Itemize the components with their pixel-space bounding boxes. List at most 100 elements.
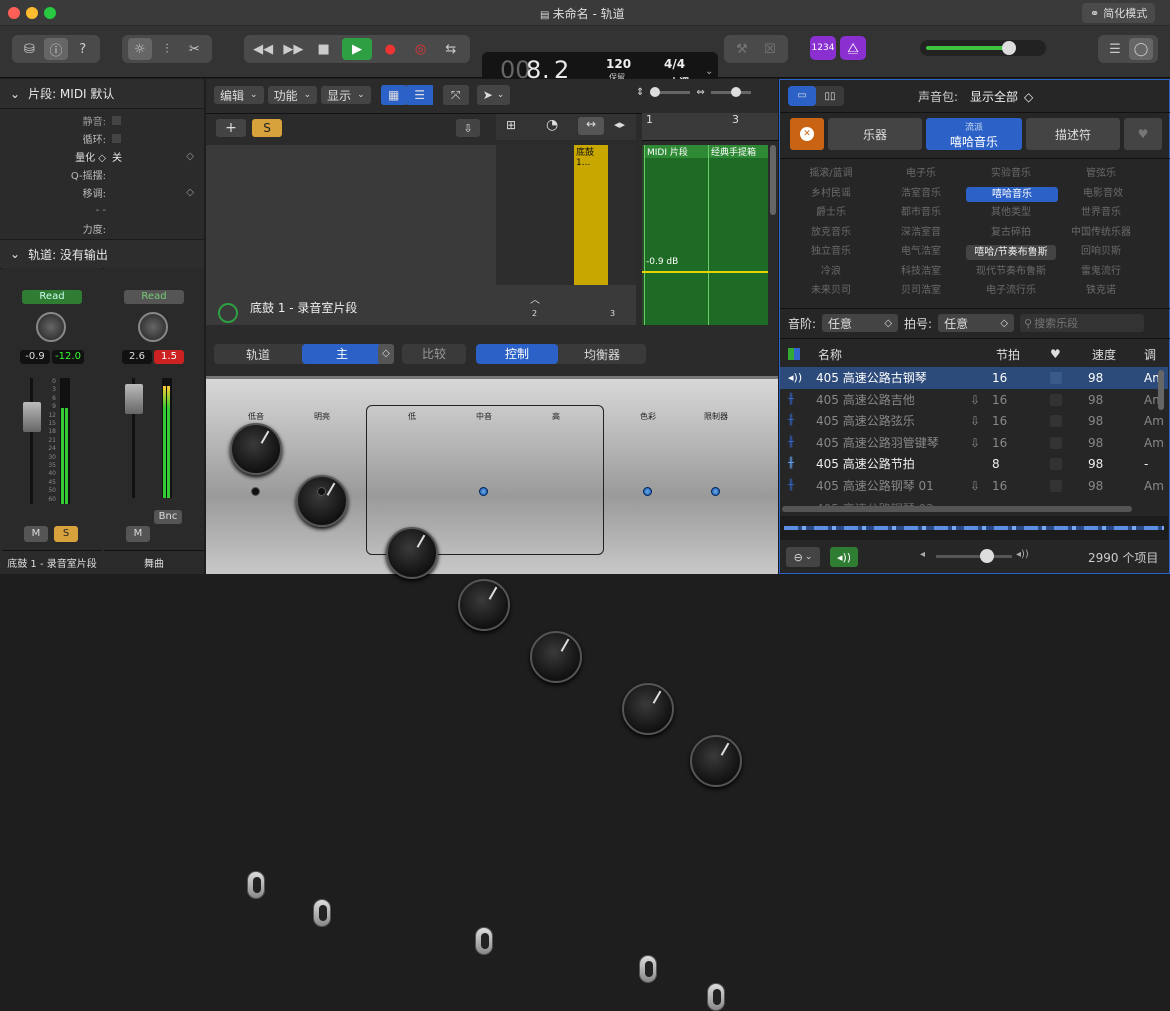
pie-icon[interactable]: ◔ — [546, 117, 558, 133]
column-beats[interactable]: 节拍 — [996, 346, 1020, 363]
region-drum[interactable]: 底鼓 1... — [574, 145, 608, 285]
column-favorite[interactable]: ♥ — [1050, 347, 1061, 361]
midi-region[interactable]: MIDI 片段 — [644, 145, 708, 325]
column-name[interactable]: 名称 — [818, 346, 842, 363]
volume-fader[interactable] — [125, 384, 143, 414]
favorite-checkbox[interactable] — [1050, 414, 1062, 427]
instrument-tab[interactable]: 乐器 — [828, 118, 922, 150]
smart-controls-icon[interactable]: ☼ — [127, 38, 152, 60]
mid-knob[interactable] — [458, 579, 510, 631]
grid-icon[interactable]: ▦ — [380, 85, 407, 105]
table-row[interactable]: ╫ 405 高速公路钢琴 01 ⇩ 16 98 Am — [780, 475, 1168, 497]
download-icon[interactable]: ⇩ — [456, 119, 480, 137]
search-input[interactable]: ⚲ 搜索乐段 — [1020, 314, 1145, 332]
volume-knob[interactable] — [1002, 41, 1016, 55]
favorite-checkbox[interactable] — [1050, 393, 1062, 406]
menu-functions[interactable]: 功能 ⌄ — [267, 86, 318, 104]
table-row[interactable]: ╫ 405 高速公路弦乐 ⇩ 16 98 Am — [780, 410, 1168, 432]
mute-button[interactable]: M — [126, 526, 150, 542]
favorite-checkbox[interactable] — [1050, 479, 1062, 492]
play-button[interactable]: ▶ — [341, 38, 372, 60]
param-quantize[interactable]: 量化 ◇ 关 ◇ — [0, 147, 204, 165]
download-icon[interactable]: ⇩ — [970, 393, 980, 407]
speaker-icon[interactable]: ◂)) — [830, 547, 858, 567]
track-inspector-header[interactable]: ⌄ 轨道: 没有输出 — [0, 239, 204, 269]
ruler[interactable]: 1 3 — [642, 113, 778, 141]
loops-browser-icon[interactable]: ◯ — [1129, 38, 1153, 60]
capture-record-icon[interactable]: ◎ — [409, 38, 433, 60]
vertical-scrollbar[interactable] — [1158, 370, 1164, 410]
menu-view[interactable]: 显示 ⌄ — [321, 86, 371, 104]
table-row[interactable]: ╫ 405 高速公路羽管键琴 ⇩ 16 98 Am — [780, 432, 1168, 454]
minimize-window-button[interactable] — [26, 7, 38, 19]
sound-pack-select[interactable]: 显示全部 ◇ — [970, 88, 1033, 105]
help-icon[interactable]: ? — [71, 38, 95, 60]
chevron-down-icon[interactable]: ⌄ — [705, 66, 713, 77]
selected-genre[interactable]: 嘻哈音乐 — [966, 186, 1058, 202]
pan-knob[interactable] — [36, 312, 66, 342]
metronome-icon[interactable]: ⧋ — [840, 36, 866, 60]
volume-fader[interactable] — [23, 402, 41, 432]
horizontal-scrollbar[interactable] — [782, 506, 1132, 512]
signature-select[interactable]: 任意 ◇ — [938, 314, 1015, 332]
reset-button[interactable]: ✕ — [790, 118, 824, 150]
genre-tab[interactable]: 流派 嘻哈音乐 — [926, 118, 1022, 150]
stepper-icon[interactable]: ◇ — [378, 344, 394, 364]
list-icon[interactable]: ☰ — [406, 85, 433, 105]
bounce-button[interactable]: Bnc — [154, 510, 182, 524]
count-in-button[interactable]: 1234 — [810, 36, 836, 60]
rewind-icon[interactable]: ◀◀ — [251, 38, 275, 60]
mixer-icon[interactable]: ⫶ — [155, 38, 179, 60]
download-icon[interactable]: ⇩ — [970, 414, 980, 428]
track-name[interactable]: 底鼓 1 - 录音室片段 — [250, 299, 357, 316]
download-icon[interactable]: ⇩ — [970, 436, 980, 450]
automation-mode[interactable]: Read — [22, 290, 82, 304]
menu-edit[interactable]: 编辑 ⌄ — [214, 86, 264, 104]
table-row[interactable]: ◂)) 405 高速公路古钢琴 16 98 Am — [780, 367, 1168, 389]
bright-toggle-switch[interactable] — [313, 899, 331, 927]
bass-knob[interactable] — [230, 423, 282, 475]
wand-icon[interactable]: ⚒ — [730, 38, 754, 60]
descriptor-tab[interactable]: 描述符 — [1026, 118, 1120, 150]
vertical-zoom-slider[interactable] — [650, 87, 691, 97]
param-transpose[interactable]: 移调: ◇ — [0, 183, 204, 201]
column-key[interactable]: 调 — [1144, 346, 1156, 363]
zoom-window-button[interactable] — [44, 7, 56, 19]
notepad-icon[interactable]: ☰ — [1103, 38, 1127, 60]
favorite-checkbox[interactable] — [1050, 371, 1062, 384]
library-icon[interactable]: ⛁ — [17, 38, 41, 60]
pan-knob[interactable] — [138, 312, 168, 342]
limiter-toggle-switch[interactable] — [707, 983, 725, 1011]
x-box-icon[interactable]: ☒ — [758, 38, 782, 60]
inspector-icon[interactable]: ⓘ — [43, 38, 68, 60]
pointer-tool[interactable]: ➤ ⌄ — [476, 85, 511, 105]
loop-type-icon[interactable] — [788, 348, 800, 360]
tab-controls[interactable]: 控制 — [476, 344, 558, 364]
compare-button[interactable]: 比较 — [402, 344, 466, 364]
tab-eq[interactable]: 均衡器 — [558, 346, 646, 363]
close-window-button[interactable] — [8, 7, 20, 19]
record-icon[interactable]: ● — [378, 38, 402, 60]
suitcase-region[interactable]: 经典手提箱 — [708, 145, 768, 325]
horizontal-zoom-slider[interactable] — [710, 87, 751, 97]
options-menu[interactable]: ⊖ ⌄ — [786, 547, 820, 567]
swap-icon[interactable]: ↔ — [578, 117, 604, 135]
region-icon[interactable]: ⊞ — [506, 118, 516, 132]
color-toggle-switch[interactable] — [639, 955, 657, 983]
table-row[interactable]: ╫ 405 高速公路节拍 8 98 - — [780, 453, 1168, 475]
simple-mode-button[interactable]: ⚭ 简化模式 — [1082, 3, 1156, 23]
bass-toggle-switch[interactable] — [247, 871, 265, 899]
loop-checkbox[interactable] — [112, 133, 121, 143]
add-track-button[interactable]: + — [216, 119, 246, 137]
cycle-icon[interactable]: ⇆ — [439, 38, 463, 60]
forward-icon[interactable]: ▶▶ — [281, 38, 305, 60]
split-icon[interactable]: ◂▸ — [614, 118, 625, 131]
automation-mode[interactable]: Read — [124, 290, 184, 304]
tab-master[interactable]: 主 — [302, 344, 382, 364]
column-view-icon[interactable]: ▯▯ — [816, 91, 844, 102]
global-solo-button[interactable]: S — [252, 119, 282, 137]
high-knob[interactable] — [530, 631, 582, 683]
download-icon[interactable]: ⇩ — [970, 479, 980, 493]
catch-icon[interactable]: ⤧ — [442, 85, 469, 105]
preview-volume-slider[interactable] — [936, 549, 1012, 563]
